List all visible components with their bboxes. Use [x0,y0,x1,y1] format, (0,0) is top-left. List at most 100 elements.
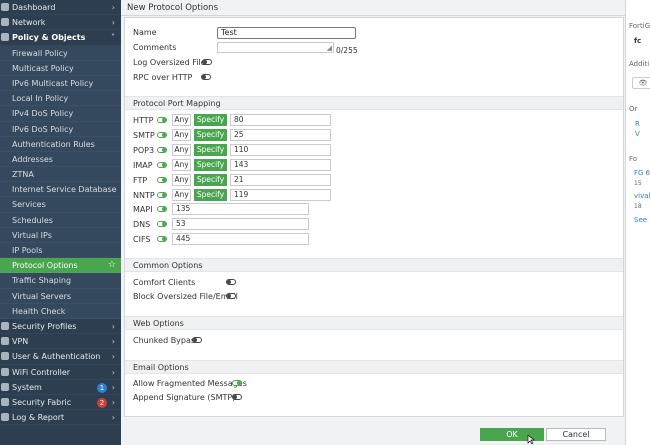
eye-icon[interactable]: 👁 [632,77,650,89]
dns-toggle[interactable] [157,221,167,227]
help-link-r[interactable]: R [635,120,640,128]
sidebar-item-log-report[interactable]: Log & Report › [0,410,121,426]
sidebar-item-label: Security Fabric [12,397,72,407]
nntp-any-button[interactable]: Any [172,189,191,201]
chunked-bypass-label: Chunked Bypass [133,336,200,345]
smtp-any-button[interactable]: Any [172,129,191,141]
rpc-over-http-toggle[interactable] [201,74,211,80]
allow-fragmented-toggle[interactable] [232,380,242,386]
sidebar-item-authentication-rules[interactable]: Authentication Rules [0,136,121,152]
sidebar-item-security-profiles[interactable]: Security Profiles › [0,319,121,335]
forum-item-2[interactable]: vivald [634,192,650,200]
fabric-icon [1,397,9,406]
ftp-toggle[interactable] [157,177,167,183]
side-info-panel: FortiG fc Additi 👁 Or R V Fo FG 6 15 viv… [625,0,650,445]
http-toggle[interactable] [157,117,167,123]
comments-textarea[interactable]: ◢ [217,42,334,53]
sidebar-item-label: VPN [12,337,29,347]
name-input[interactable]: Test [217,27,356,39]
see-more-link[interactable]: See M [634,216,650,224]
sidebar-item-label: Multicast Policy [12,63,74,73]
policy-icon [1,33,9,42]
sidebar-item-protocol-options[interactable]: Protocol Options ☆ [0,258,121,274]
sidebar-item-policy-objects[interactable]: Policy & Objects ˅ [0,30,121,46]
sidebar-item-security-fabric[interactable]: Security Fabric 2 › [0,395,121,411]
section-web-options: Web Options [125,316,623,330]
star-icon[interactable]: ☆ [108,258,116,273]
mapi-port-input[interactable]: 135 [172,203,309,215]
sidebar-item-traffic-shaping[interactable]: Traffic Shaping [0,273,121,289]
forum-item-1[interactable]: FG 6 [634,169,650,177]
imap-specify-button[interactable]: Specify [194,159,227,171]
cancel-button[interactable]: Cancel [546,428,606,441]
sidebar-item-ip-pools[interactable]: IP Pools [0,243,121,259]
http-any-button[interactable]: Any [172,114,191,126]
sidebar-item-virtual-ips[interactable]: Virtual IPs [0,227,121,243]
sidebar-item-schedules[interactable]: Schedules [0,212,121,228]
comfort-clients-toggle[interactable] [226,279,236,285]
sidebar-item-vpn[interactable]: VPN › [0,334,121,350]
sidebar-item-label: Health Check [12,306,66,316]
nntp-toggle[interactable] [157,192,167,198]
cifs-port-input[interactable]: 445 [172,233,309,245]
sidebar-item-label: Services [12,200,46,210]
nntp-port-input[interactable]: 119 [230,189,331,201]
sidebar-item-ipv6-dos-policy[interactable]: IPv6 DoS Policy [0,121,121,137]
pop3-port-input[interactable]: 110 [230,144,331,156]
pop3-any-button[interactable]: Any [172,144,191,156]
sidebar-item-network[interactable]: Network › [0,15,121,31]
sidebar-item-ipv6-multicast-policy[interactable]: IPv6 Multicast Policy [0,75,121,92]
sidebar-item-internet-service-database[interactable]: Internet Service Database [0,182,121,198]
sidebar-item-user-authentication[interactable]: User & Authentication › [0,349,121,365]
sidebar-item-ipv4-dos-policy[interactable]: IPv4 DoS Policy [0,106,121,122]
allow-fragmented-label: Allow Fragmented Messages [133,379,247,388]
sidebar-item-services[interactable]: Services [0,197,121,213]
protocol-label-smtp: SMTP [133,131,155,140]
sidebar-item-wifi-controller[interactable]: WiFi Controller › [0,365,121,380]
forum-meta-1: 15 [634,180,642,187]
sidebar-item-label: Schedules [12,215,53,225]
sidebar-item-addresses[interactable]: Addresses [0,151,121,168]
sidebar-item-virtual-servers[interactable]: Virtual Servers [0,288,121,304]
sidebar-item-firewall-policy[interactable]: Firewall Policy [0,45,121,61]
sidebar-item-label: IPv6 DoS Policy [12,124,74,134]
log-oversized-toggle[interactable] [202,59,212,65]
sidebar-item-label: Protocol Options [12,261,78,271]
sidebar-item-label: Log & Report [12,413,65,423]
sidebar-item-local-in-policy[interactable]: Local In Policy [0,91,121,107]
section-protocol-port-mapping: Protocol Port Mapping [125,96,623,110]
imap-port-input[interactable]: 143 [230,159,331,171]
smtp-toggle[interactable] [157,132,167,138]
sidebar-item-ztna[interactable]: ZTNA [0,167,121,183]
resize-handle-icon[interactable]: ◢ [327,45,332,52]
pop3-toggle[interactable] [157,147,167,153]
sidebar-item-label: Security Profiles [12,321,77,331]
sidebar-item-system[interactable]: System 1 › [0,380,121,395]
help-link-v[interactable]: V [635,130,640,138]
sidebar-item-dashboard[interactable]: Dashboard › [0,0,121,16]
block-oversized-toggle[interactable] [226,293,236,299]
imap-toggle[interactable] [157,162,167,168]
smtp-specify-button[interactable]: Specify [194,129,227,141]
sidebar-item-label: Virtual Servers [12,291,72,301]
cifs-toggle[interactable] [157,236,167,242]
smtp-port-input[interactable]: 25 [230,129,331,141]
http-specify-button[interactable]: Specify [194,114,227,126]
imap-any-button[interactable]: Any [172,159,191,171]
http-port-input[interactable]: 80 [230,114,331,126]
block-oversized-label: Block Oversized File/Email [133,292,238,301]
chevron-right-icon: › [111,352,115,362]
append-signature-toggle[interactable] [232,394,242,400]
pop3-specify-button[interactable]: Specify [194,144,227,156]
mapi-toggle[interactable] [157,206,167,212]
sidebar-item-multicast-policy[interactable]: Multicast Policy [0,60,121,76]
gear-icon [1,382,9,391]
ftp-port-input[interactable]: 21 [230,174,331,186]
ftp-any-button[interactable]: Any [172,174,191,186]
ftp-specify-button[interactable]: Specify [194,174,227,186]
chunked-bypass-toggle[interactable] [192,337,202,343]
dns-port-input[interactable]: 53 [172,218,309,230]
nntp-specify-button[interactable]: Specify [194,189,227,201]
sidebar-item-label: IPv6 Multicast Policy [12,78,94,88]
sidebar-item-health-check[interactable]: Health Check [0,303,121,319]
